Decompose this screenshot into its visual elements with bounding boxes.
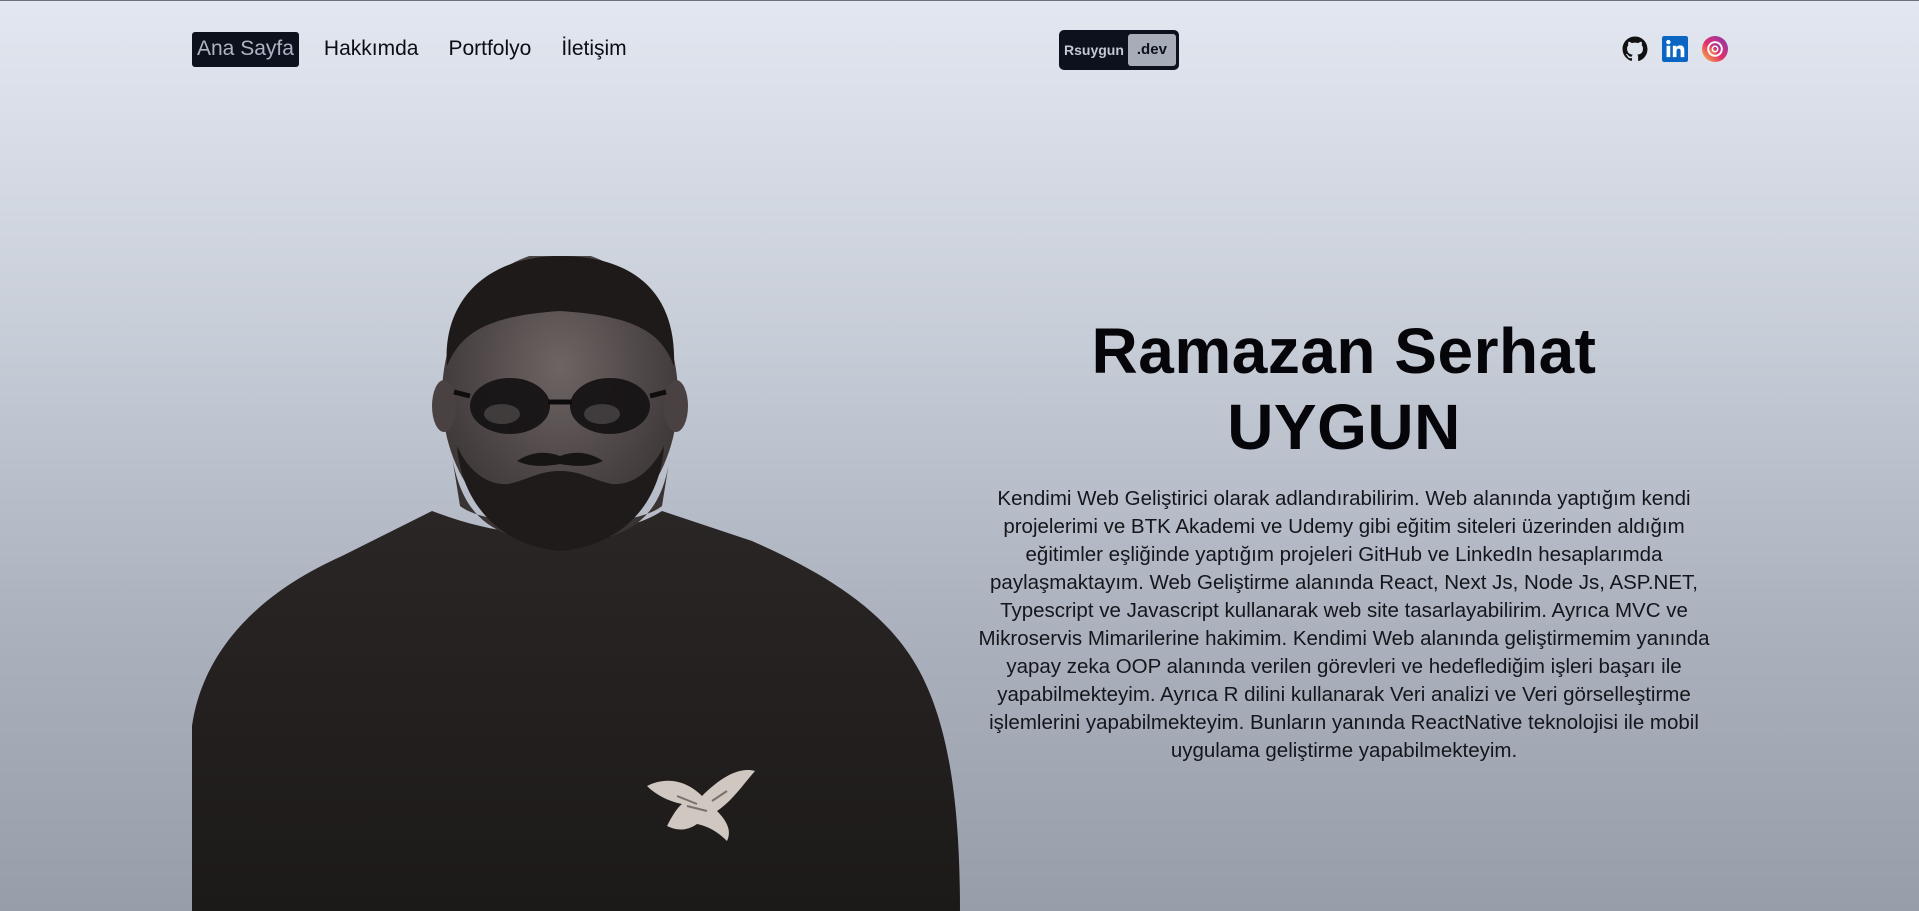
github-icon[interactable] bbox=[1622, 36, 1648, 62]
linkedin-icon[interactable] bbox=[1662, 36, 1688, 62]
hero-section: Ramazan Serhat UYGUN Kendimi Web Gelişti… bbox=[976, 313, 1712, 765]
logo-tld: .dev bbox=[1127, 34, 1176, 66]
nav-link-about[interactable]: Hakkımda bbox=[319, 32, 424, 67]
nav-link-home[interactable]: Ana Sayfa bbox=[192, 32, 299, 67]
logo-name: Rsuygun bbox=[1064, 42, 1124, 58]
hero-title: Ramazan Serhat UYGUN bbox=[1091, 315, 1597, 463]
nav-link-contact[interactable]: İletişim bbox=[556, 32, 631, 67]
nav-link-portfolio[interactable]: Portfolyo bbox=[443, 32, 536, 67]
main-nav: Ana Sayfa Hakkımda Portfolyo İletişim bbox=[192, 32, 646, 67]
instagram-icon[interactable] bbox=[1702, 36, 1728, 62]
site-logo[interactable]: Rsuygun .dev bbox=[1059, 30, 1179, 70]
hero-description: Kendimi Web Geliştirici olarak adlandıra… bbox=[978, 487, 1710, 762]
profile-portrait bbox=[192, 256, 960, 911]
social-links bbox=[1622, 36, 1728, 62]
